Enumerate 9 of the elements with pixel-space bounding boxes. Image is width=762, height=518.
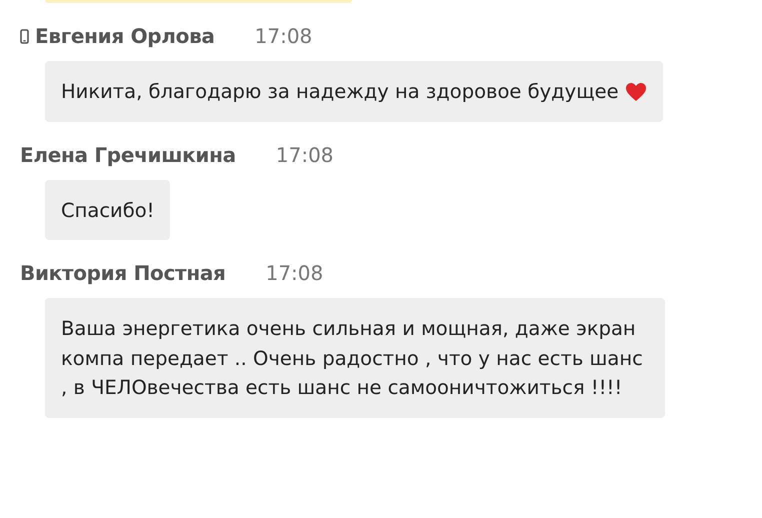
- author-name: Евгения Орлова: [35, 23, 215, 50]
- message-bubble: Ваша энергетика очень сильная и мощная, даже экран компа передает .. Очень радостно , что у нас есть шанс , в ЧЕЛОвечества есть шанс не самооничтожиться !!!!: [45, 298, 665, 418]
- message-time: 17:08: [254, 23, 312, 50]
- message-time: 17:08: [276, 142, 334, 168]
- author-name: Виктория Постная: [20, 260, 226, 287]
- message-time: 17:08: [266, 260, 324, 287]
- author-name: Елена Гречишкина: [20, 142, 236, 168]
- message-text: Никита, благодарю за надежду на здоровое будущее: [61, 80, 619, 103]
- message-bubble: Спасибо!: [45, 180, 170, 240]
